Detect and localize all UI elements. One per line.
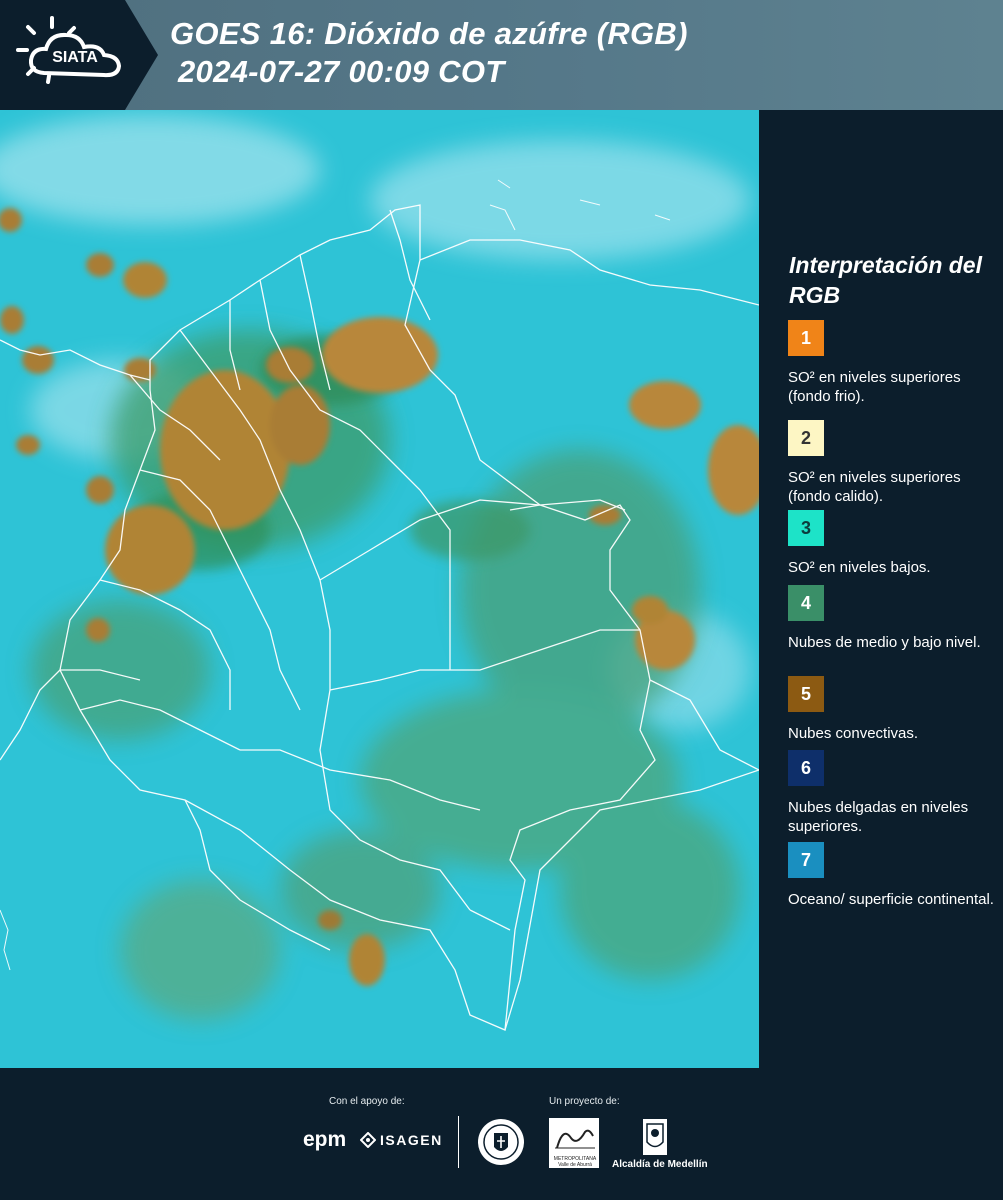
legend-item-7: 7 Oceano/ superficie continental. bbox=[788, 842, 998, 909]
header-bar: SIATA GOES 16: Dióxido de azúfre (RGB) 2… bbox=[0, 0, 1003, 110]
isagen-text: ISAGEN bbox=[380, 1132, 443, 1148]
isagen-logo: ISAGEN bbox=[360, 1132, 443, 1148]
satellite-map bbox=[0, 110, 759, 1068]
legend-label-7: Oceano/ superficie continental. bbox=[788, 891, 994, 908]
legend-label-1: SO² en niveles superiores (fondo frio). bbox=[788, 369, 961, 405]
siata-logo: SIATA bbox=[0, 0, 158, 110]
legend-swatch-7: 7 bbox=[788, 842, 824, 878]
legend-number-3: 3 bbox=[800, 517, 811, 538]
legend-number-7: 7 bbox=[800, 849, 811, 870]
area-metropolitana-text: METROPOLITANA Valle de Aburrá bbox=[553, 1156, 597, 1168]
area-metropolitana-icon bbox=[555, 1129, 595, 1149]
page-title: GOES 16: Dióxido de azúfre (RGB) bbox=[170, 16, 688, 51]
legend-swatch-4: 4 bbox=[788, 585, 824, 621]
legend-label-6: Nubes delgadas en niveles superiores. bbox=[788, 799, 969, 835]
legend-swatch-5: 5 bbox=[788, 676, 824, 712]
alcaldia-shield-icon bbox=[643, 1119, 667, 1155]
project-label: Un proyecto de: bbox=[549, 1096, 620, 1107]
legend-item-5: 5 Nubes convectivas. bbox=[788, 676, 998, 743]
legend-swatch-3: 3 bbox=[788, 510, 824, 546]
legend-item-1: 1 SO² en niveles superiores (fondo frio)… bbox=[788, 320, 998, 406]
footer-divider bbox=[458, 1116, 459, 1168]
legend-item-6: 6 Nubes delgadas en niveles superiores. bbox=[788, 750, 998, 836]
legend-item-3: 3 SO² en niveles bajos. bbox=[788, 510, 998, 577]
legend-title: Interpretación del RGB bbox=[789, 252, 982, 308]
legend-item-2: 2 SO² en niveles superiores (fondo calid… bbox=[788, 420, 998, 506]
legend-swatch-1: 1 bbox=[788, 320, 824, 356]
legend-label-3: SO² en niveles bajos. bbox=[788, 559, 931, 576]
siata-logo-text: SIATA bbox=[52, 49, 98, 66]
epm-logo: epm bbox=[303, 1128, 347, 1151]
legend-label-4: Nubes de medio y bajo nivel. bbox=[788, 634, 981, 651]
support-label: Con el apoyo de: bbox=[329, 1096, 405, 1107]
legend-panel: Interpretación del RGB 1 SO² en niveles … bbox=[760, 110, 1003, 1068]
footer: Con el apoyo de: Un proyecto de: epm ISA… bbox=[0, 1068, 1003, 1200]
legend-swatch-2: 2 bbox=[788, 420, 824, 456]
legend-number-4: 4 bbox=[800, 592, 811, 613]
legend-number-1: 1 bbox=[800, 327, 811, 348]
alcaldia-text: Alcaldía de Medellín bbox=[612, 1159, 708, 1170]
legend-number-6: 6 bbox=[800, 757, 811, 778]
legend-label-5: Nubes convectivas. bbox=[788, 725, 919, 742]
legend-item-4: 4 Nubes de medio y bajo nivel. bbox=[788, 585, 998, 652]
timestamp: 2024-07-27 00:09 COT bbox=[178, 54, 505, 89]
medellin-seal-icon bbox=[478, 1119, 524, 1165]
legend-number-2: 2 bbox=[800, 427, 811, 448]
isagen-icon bbox=[360, 1132, 376, 1148]
legend-number-5: 5 bbox=[800, 683, 811, 704]
legend-label-2: SO² en niveles superiores (fondo calido)… bbox=[788, 469, 961, 505]
legend-swatch-6: 6 bbox=[788, 750, 824, 786]
